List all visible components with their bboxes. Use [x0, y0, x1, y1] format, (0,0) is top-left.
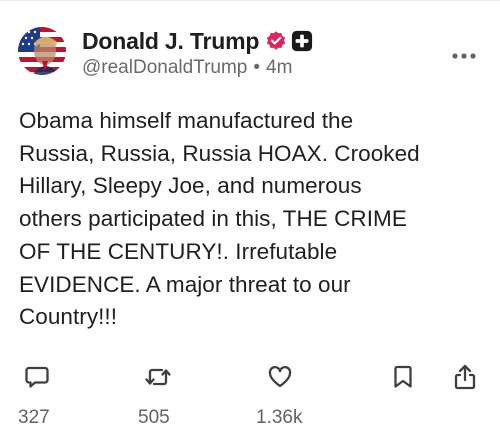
- separator-dot: •: [253, 57, 261, 78]
- author-name-row: Donald J. Trump: [82, 26, 313, 56]
- retruth-button[interactable]: [138, 362, 178, 392]
- flag-portrait-avatar-icon: [18, 27, 66, 75]
- share-button[interactable]: [445, 362, 485, 392]
- verified-badge-icon: [267, 31, 286, 50]
- post-timestamp[interactable]: 4m: [266, 57, 292, 78]
- post-body-text: Obama himself manufactured the Russia, R…: [19, 108, 420, 330]
- author-handle-row: @realDonaldTrump • 4m: [82, 57, 292, 79]
- like-button[interactable]: [260, 362, 300, 392]
- reply-count: 327: [18, 407, 50, 428]
- display-name[interactable]: Donald J. Trump: [82, 28, 259, 55]
- bookmark-icon: [394, 365, 412, 388]
- more-options-button[interactable]: [450, 48, 478, 64]
- retruth-count: 505: [138, 407, 170, 428]
- divider: [0, 0, 500, 1]
- post-card: Donald J. Trump @realDonaldTrump • 4m Obam…: [0, 0, 500, 445]
- reply-icon: [25, 366, 49, 388]
- bookmark-button[interactable]: [383, 362, 423, 392]
- like-count: 1.36k: [256, 407, 303, 428]
- action-bar: 327 505 1.36k: [0, 362, 500, 432]
- avatar[interactable]: [18, 27, 66, 75]
- more-options-icon: [452, 53, 476, 59]
- reply-button[interactable]: [17, 362, 57, 392]
- heart-icon: [268, 366, 292, 388]
- author-handle[interactable]: @realDonaldTrump: [82, 57, 247, 78]
- government-badge-icon: [292, 30, 313, 52]
- share-icon: [454, 364, 476, 390]
- retruth-icon: [145, 368, 171, 386]
